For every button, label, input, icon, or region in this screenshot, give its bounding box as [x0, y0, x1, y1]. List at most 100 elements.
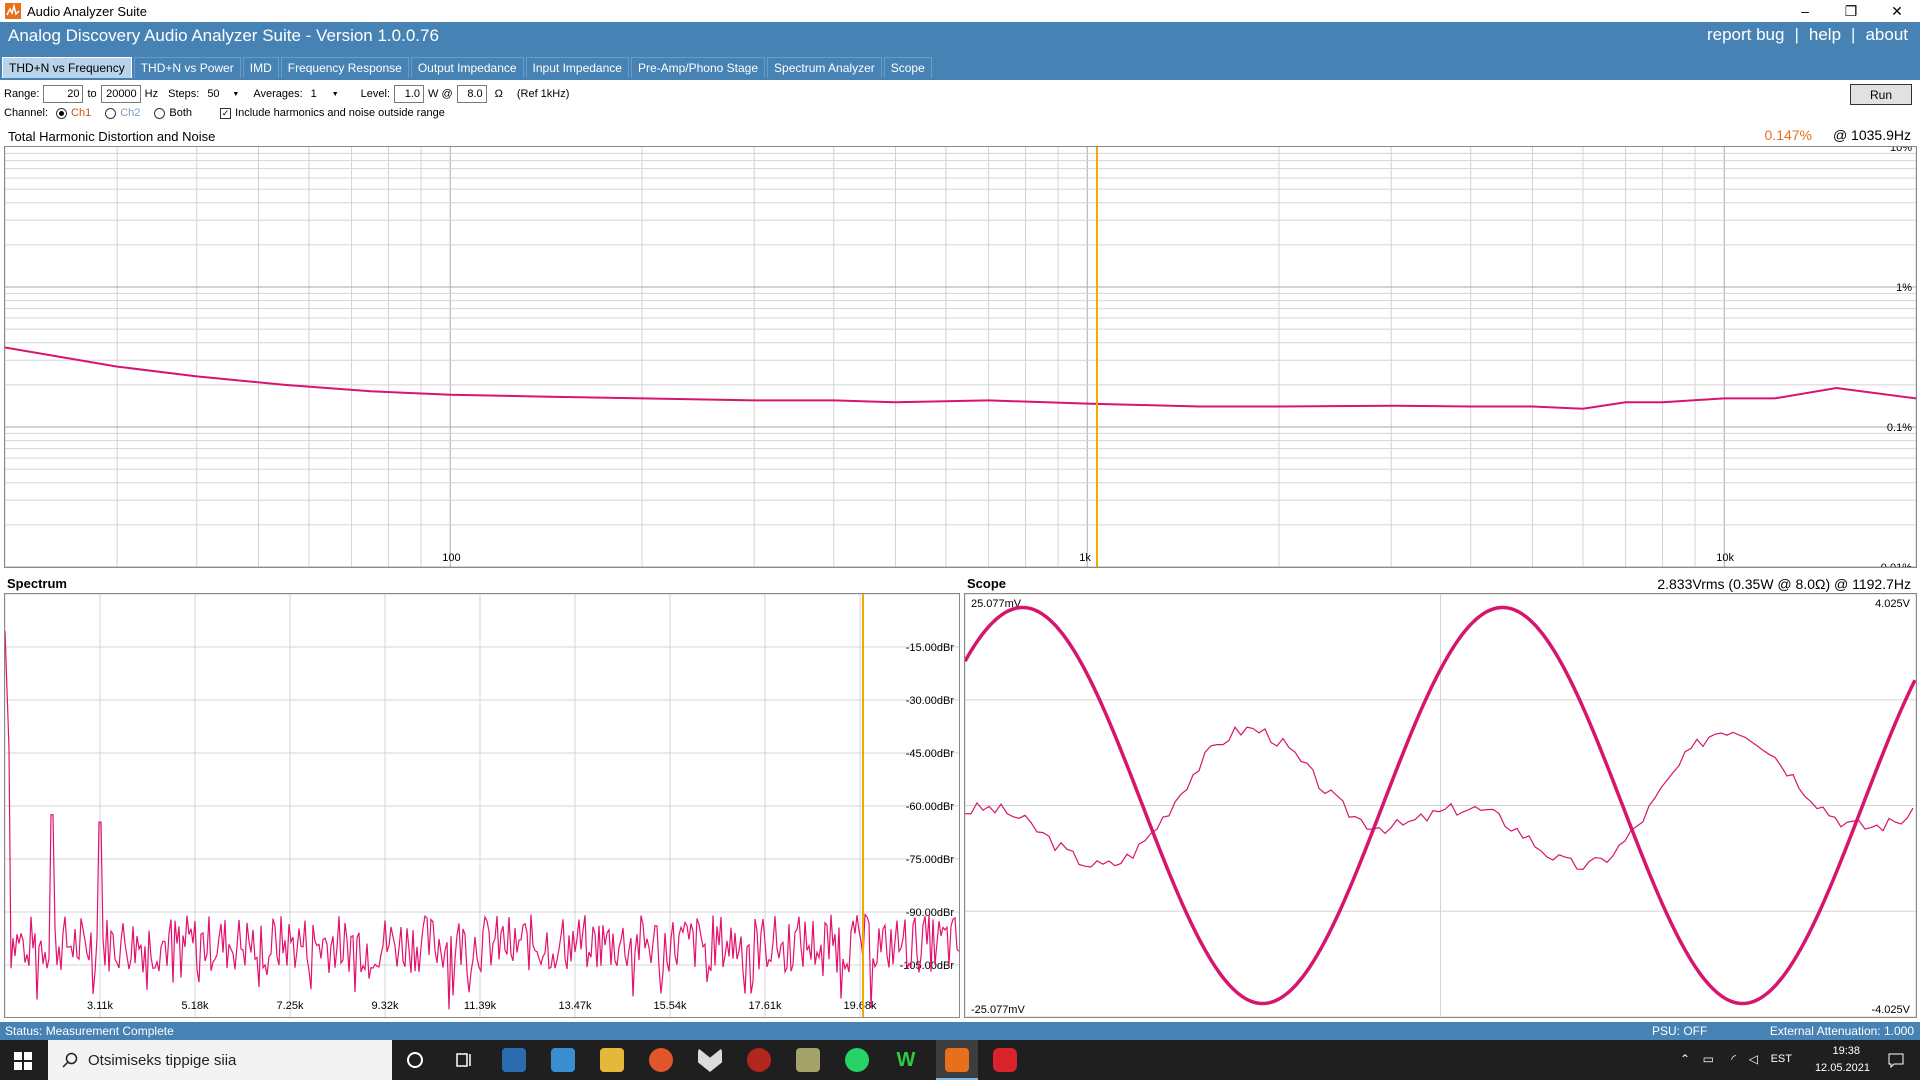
both-radio[interactable] — [154, 107, 166, 119]
x-tick-label: 13.47k — [558, 1000, 592, 1012]
y-tick-label: -15.00dBr — [906, 642, 955, 654]
volume-icon[interactable]: ◁ — [1749, 1052, 1758, 1066]
x-tick-label: 15.54k — [653, 1000, 687, 1012]
report-bug-link[interactable]: report bug — [1707, 25, 1785, 45]
tab-bar: THD+N vs Frequency THD+N vs Power IMD Fr… — [2, 57, 932, 78]
scope-left-bottom-label: -25.077mV — [971, 1004, 1025, 1016]
thd-plot[interactable]: 100 1k 10k 10% 1% 0.1% 0.01% — [4, 142, 1917, 574]
tab-thdn-vs-frequency[interactable]: THD+N vs Frequency — [2, 57, 132, 78]
calculator-icon[interactable] — [502, 1048, 526, 1072]
app-icon[interactable] — [796, 1048, 820, 1072]
whatsapp-icon[interactable] — [845, 1048, 869, 1072]
y-tick-label: 0.01% — [1881, 562, 1912, 567]
level-input[interactable] — [394, 85, 424, 103]
tab-frequency-response[interactable]: Frequency Response — [280, 57, 409, 78]
chevron-up-icon[interactable]: ⌃ — [1680, 1052, 1690, 1066]
notification-icon[interactable] — [1888, 1052, 1904, 1068]
clock-time[interactable]: 19:38 — [1832, 1045, 1860, 1057]
cortana-icon[interactable] — [403, 1048, 427, 1072]
help-link[interactable]: help — [1809, 25, 1841, 45]
y-tick-label: -60.00dBr — [906, 801, 955, 813]
range-from-input[interactable] — [43, 85, 84, 103]
search-placeholder: Otsimiseks tippige siia — [88, 1051, 237, 1069]
channel-label: Channel: — [4, 107, 49, 119]
tab-input-impedance[interactable]: Input Impedance — [525, 57, 629, 78]
spectrum-plot[interactable]: -15.00dBr -30.00dBr -45.00dBr -60.00dBr -75.… — [4, 593, 960, 1018]
scope-chart: 25.077mV-25.077mV4.025V-4.025V — [963, 593, 1917, 1018]
scope-readout: 2.833Vrms (0.35W @ 8.0Ω) @ 1192.7Hz — [1657, 576, 1911, 592]
tab-scope[interactable]: Scope — [883, 57, 932, 78]
file-explorer-icon[interactable] — [600, 1048, 624, 1072]
x-tick-label: 11.39k — [464, 1000, 497, 1012]
app-icon[interactable] — [551, 1048, 575, 1072]
external-attenuation: External Attenuation: 1.000 — [1769, 1024, 1914, 1038]
level-label: Level: — [360, 88, 390, 100]
x-tick-label: 19.68k — [843, 1000, 877, 1012]
ref-label: (Ref 1kHz) — [516, 88, 570, 100]
tab-preamp-phono-stage[interactable]: Pre-Amp/Phono Stage — [630, 57, 766, 78]
averages-select[interactable]: 1 ▼ — [306, 85, 343, 103]
app-icon[interactable]: W — [894, 1048, 918, 1072]
scope-right-bottom-label: -4.025V — [1871, 1004, 1910, 1016]
ch2-radio[interactable] — [105, 107, 117, 119]
scope-residual-waveform — [964, 726, 1914, 871]
both-label[interactable]: Both — [169, 107, 192, 119]
app-logo-icon — [5, 3, 21, 19]
y-tick-label: 10% — [1890, 147, 1912, 154]
battery-icon[interactable]: ▭ — [1703, 1052, 1714, 1066]
x-tick-label: 17.61k — [748, 1000, 782, 1012]
tab-imd[interactable]: IMD — [242, 57, 279, 78]
close-button[interactable]: ✕ — [1874, 0, 1920, 22]
include-harmonics-checkbox[interactable]: ✓ — [220, 107, 232, 119]
thd-panel-title: Total Harmonic Distortion and Noise — [8, 129, 216, 144]
y-tick-label: 0.1% — [1887, 422, 1912, 434]
taskbar-search[interactable]: Otsimiseks tippige siia — [48, 1040, 392, 1080]
scope-right-top-label: 4.025V — [1875, 598, 1911, 610]
wifi-icon[interactable]: ◜ — [1731, 1052, 1736, 1066]
minimize-button[interactable]: – — [1782, 0, 1828, 22]
windows-taskbar: Otsimiseks tippige siia W ⌃ ▭ ◜ ◁ EST 19… — [0, 1040, 1920, 1080]
y-tick-label: -90.00dBr — [906, 907, 955, 919]
x-tick-label: 5.18k — [182, 1000, 209, 1012]
chevron-down-icon: ▼ — [331, 90, 339, 98]
link-separator: | — [1851, 25, 1856, 44]
app-icon[interactable] — [698, 1048, 722, 1072]
x-tick-label: 9.32k — [372, 1000, 399, 1012]
thd-chart: 100 1k 10k 10% 1% 0.1% 0.01% — [4, 142, 1917, 574]
spectrum-panel-title: Spectrum — [7, 576, 67, 591]
window-titlebar: Audio Analyzer Suite – ❐ ✕ — [0, 0, 1920, 22]
search-icon — [62, 1052, 78, 1068]
about-link[interactable]: about — [1865, 25, 1908, 45]
averages-label: Averages: — [253, 88, 303, 100]
link-separator: | — [1794, 25, 1799, 44]
task-view-icon[interactable] — [452, 1048, 476, 1072]
ch1-radio[interactable] — [56, 107, 68, 119]
tab-spectrum-analyzer[interactable]: Spectrum Analyzer — [767, 57, 882, 78]
audio-analyzer-taskbar-icon[interactable] — [945, 1048, 969, 1072]
language-indicator[interactable]: EST — [1771, 1053, 1792, 1065]
include-harmonics-label[interactable]: Include harmonics and noise outside rang… — [235, 107, 445, 119]
window-title: Audio Analyzer Suite — [27, 3, 147, 19]
steps-label: Steps: — [168, 88, 200, 100]
steps-value: 50 — [207, 88, 220, 100]
scope-plot[interactable]: 25.077mV -25.077mV 4.025V -4.025V — [963, 593, 1917, 1018]
tab-thdn-vs-power[interactable]: THD+N vs Power — [133, 57, 241, 78]
app-icon[interactable] — [747, 1048, 771, 1072]
ch2-label[interactable]: Ch2 — [120, 107, 140, 119]
status-text: Status: Measurement Complete — [5, 1024, 174, 1038]
steps-select[interactable]: 50 ▼ — [203, 85, 244, 103]
clock-date[interactable]: 12.05.2021 — [1815, 1062, 1870, 1074]
app-icon[interactable] — [993, 1048, 1017, 1072]
tab-output-impedance[interactable]: Output Impedance — [410, 57, 524, 78]
restore-button[interactable]: ❐ — [1828, 0, 1874, 22]
header-links: report bug | help | about — [1707, 25, 1908, 45]
ohms-input[interactable] — [456, 85, 487, 103]
psu-status: PSU: OFF — [1652, 1024, 1708, 1038]
ch1-label[interactable]: Ch1 — [71, 107, 91, 119]
y-tick-label: -30.00dBr — [906, 695, 955, 707]
windows-start-icon[interactable] — [14, 1052, 32, 1070]
run-button[interactable]: Run — [1850, 84, 1912, 105]
range-to-input[interactable] — [100, 85, 141, 103]
y-tick-label: -75.00dBr — [906, 854, 955, 866]
firefox-icon[interactable] — [649, 1048, 673, 1072]
